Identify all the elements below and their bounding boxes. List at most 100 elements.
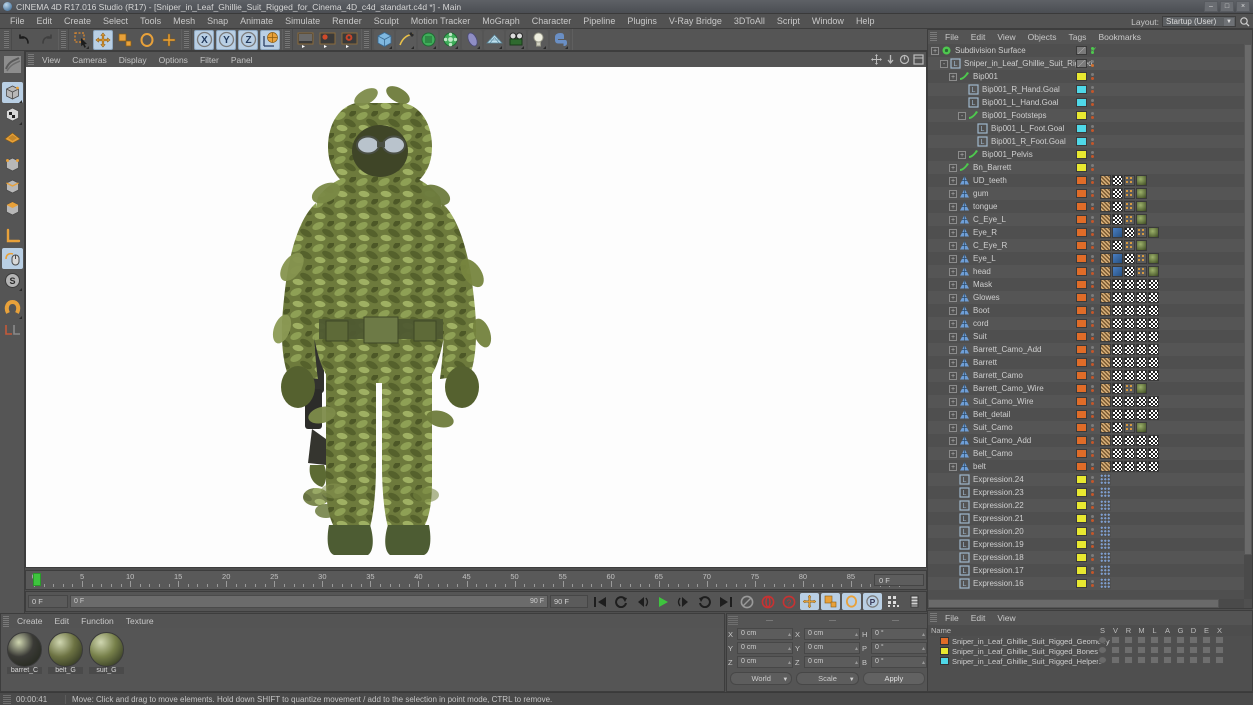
uvw-tag-icon[interactable] (1100, 344, 1111, 355)
object-layer-color-swatch[interactable] (1076, 137, 1087, 146)
menu-item-pipeline[interactable]: Pipeline (577, 14, 621, 29)
layer-toggle-m[interactable] (1136, 646, 1147, 655)
expand-icon[interactable]: + (949, 410, 957, 419)
layer-row[interactable]: Sniper_in_Leaf_Ghillie_Suit_Rigged_Bones (928, 646, 1252, 656)
expand-icon[interactable]: + (949, 254, 957, 263)
object-layer-color-swatch[interactable] (1076, 241, 1087, 250)
texture-tag-icon[interactable] (1136, 357, 1147, 368)
menu-item-animate[interactable]: Animate (234, 14, 279, 29)
layer-menu-view[interactable]: View (991, 613, 1021, 623)
layer-toggle-m[interactable] (1136, 656, 1147, 665)
expand-icon[interactable]: + (949, 397, 957, 406)
object-visibility-dots[interactable] (1091, 475, 1096, 484)
layer-toggle-s[interactable] (1097, 646, 1108, 655)
uvw-tag-icon[interactable] (1100, 461, 1111, 472)
render-settings-button[interactable] (339, 30, 359, 50)
xpresso-tag-icon[interactable] (1100, 539, 1111, 550)
object-visibility-dots[interactable] (1091, 306, 1096, 315)
coordinate-system-dropdown[interactable]: World ▼ (730, 672, 793, 685)
object-manager-vscrollbar[interactable] (1244, 44, 1252, 599)
edge-mode-button[interactable] (2, 176, 23, 197)
texture-tag-icon[interactable] (1112, 318, 1123, 329)
viewport-menu-panel[interactable]: Panel (225, 55, 259, 65)
layer-toggle-l[interactable] (1149, 646, 1160, 655)
layer-toggle-v[interactable] (1110, 636, 1121, 645)
object-layer-color-swatch[interactable] (1076, 150, 1087, 159)
object-visibility-dots[interactable] (1091, 514, 1096, 523)
point-mode-button[interactable] (2, 154, 23, 175)
object-layer-color-swatch[interactable] (1076, 319, 1087, 328)
object-row[interactable]: + Suit_Camo_Add (928, 434, 1244, 447)
texture-tag-icon[interactable] (1124, 305, 1135, 316)
object-row[interactable]: + belt (928, 460, 1244, 473)
coordinate-value-field-size[interactable]: 0 cm ▴ (804, 642, 860, 654)
texture-tag-icon[interactable] (1148, 344, 1159, 355)
object-visibility-dots[interactable] (1091, 384, 1096, 393)
texture-tag-icon[interactable] (1112, 305, 1123, 316)
coordinate-value-field-rotation[interactable]: 0 ° ▴ (871, 628, 927, 640)
uvw-tag-icon[interactable] (1100, 370, 1111, 381)
object-layer-color-swatch[interactable] (1076, 280, 1087, 289)
selection-tag-icon[interactable] (1124, 383, 1135, 394)
xpresso-tag-icon[interactable] (1100, 565, 1111, 576)
parameter-key-button[interactable]: P (863, 593, 882, 610)
object-visibility-dots[interactable] (1091, 319, 1096, 328)
material-item[interactable]: suit_G (89, 632, 124, 674)
object-row[interactable]: + Bip001 (928, 70, 1244, 83)
layer-toggle-g[interactable] (1175, 656, 1186, 665)
texture-tag-icon[interactable] (1148, 409, 1159, 420)
material-item[interactable]: belt_G (48, 632, 83, 674)
face-mode-button[interactable] (2, 198, 23, 219)
texture-tag-icon[interactable] (1136, 344, 1147, 355)
menu-item-snap[interactable]: Snap (201, 14, 234, 29)
vscroll-thumb[interactable] (1244, 44, 1252, 555)
floor-grid-button[interactable] (484, 29, 504, 50)
selection-tag-icon[interactable] (1124, 188, 1135, 199)
expand-icon[interactable]: + (931, 46, 939, 55)
texture-tag-icon[interactable] (1112, 396, 1123, 407)
polygon-grid-button[interactable] (2, 126, 23, 147)
expand-icon[interactable]: + (949, 280, 957, 289)
object-layer-color-swatch[interactable] (1076, 579, 1087, 588)
expand-icon[interactable]: + (949, 176, 957, 185)
expand-icon[interactable]: + (949, 423, 957, 432)
layer-column-x[interactable]: X (1214, 626, 1225, 635)
tool-expand-corner-4[interactable] (433, 45, 436, 49)
object-row[interactable]: + Subdivision Surface ✓ (928, 44, 1244, 57)
viewport-menu-display[interactable]: Display (113, 55, 153, 65)
object-layer-color-swatch[interactable] (1076, 306, 1087, 315)
material-tag-icon[interactable] (1148, 266, 1159, 277)
layer-column-v[interactable]: V (1110, 626, 1121, 635)
spinner-icon[interactable]: ▴ (855, 658, 858, 668)
start-frame-field[interactable]: 0 F (28, 595, 68, 608)
texture-tag-icon[interactable] (1148, 370, 1159, 381)
tool-expand-corner-8[interactable] (521, 45, 524, 49)
texture-tag-icon[interactable] (1124, 318, 1135, 329)
object-manager-hscrollbar[interactable] (928, 599, 1244, 608)
object-layer-color-swatch[interactable] (1076, 371, 1087, 380)
expand-icon[interactable]: + (949, 267, 957, 276)
toolbar-grip[interactable] (4, 31, 9, 48)
texture-tag-icon[interactable] (1148, 448, 1159, 459)
texture-tag-icon[interactable] (1112, 344, 1123, 355)
layer-toggle-x[interactable] (1214, 656, 1225, 665)
material-tag-icon[interactable] (1136, 188, 1147, 199)
phong-tag-icon[interactable] (1112, 266, 1123, 277)
menu-item-mesh[interactable]: Mesh (167, 14, 201, 29)
uvw-tag-icon[interactable] (1100, 266, 1111, 277)
object-row[interactable]: + Mask (928, 278, 1244, 291)
uvw-tag-icon[interactable] (1100, 188, 1111, 199)
material-menu-edit[interactable]: Edit (49, 616, 76, 626)
layer-toggle-a[interactable] (1162, 646, 1173, 655)
maximize-view-icon[interactable] (913, 54, 924, 65)
coordinate-value-field-position[interactable]: 0 cm ▴ (737, 656, 793, 668)
layer-column-m[interactable]: M (1136, 626, 1147, 635)
material-tag-icon[interactable] (1148, 227, 1159, 238)
object-layer-color-swatch[interactable] (1076, 163, 1087, 172)
object-layer-color-swatch[interactable] (1076, 332, 1087, 341)
layer-toggle-g[interactable] (1175, 646, 1186, 655)
texture-tag-icon[interactable] (1148, 435, 1159, 446)
menu-item-create[interactable]: Create (58, 14, 97, 29)
layer-toggle-x[interactable] (1214, 636, 1225, 645)
spinner-icon[interactable]: ▴ (788, 658, 791, 668)
